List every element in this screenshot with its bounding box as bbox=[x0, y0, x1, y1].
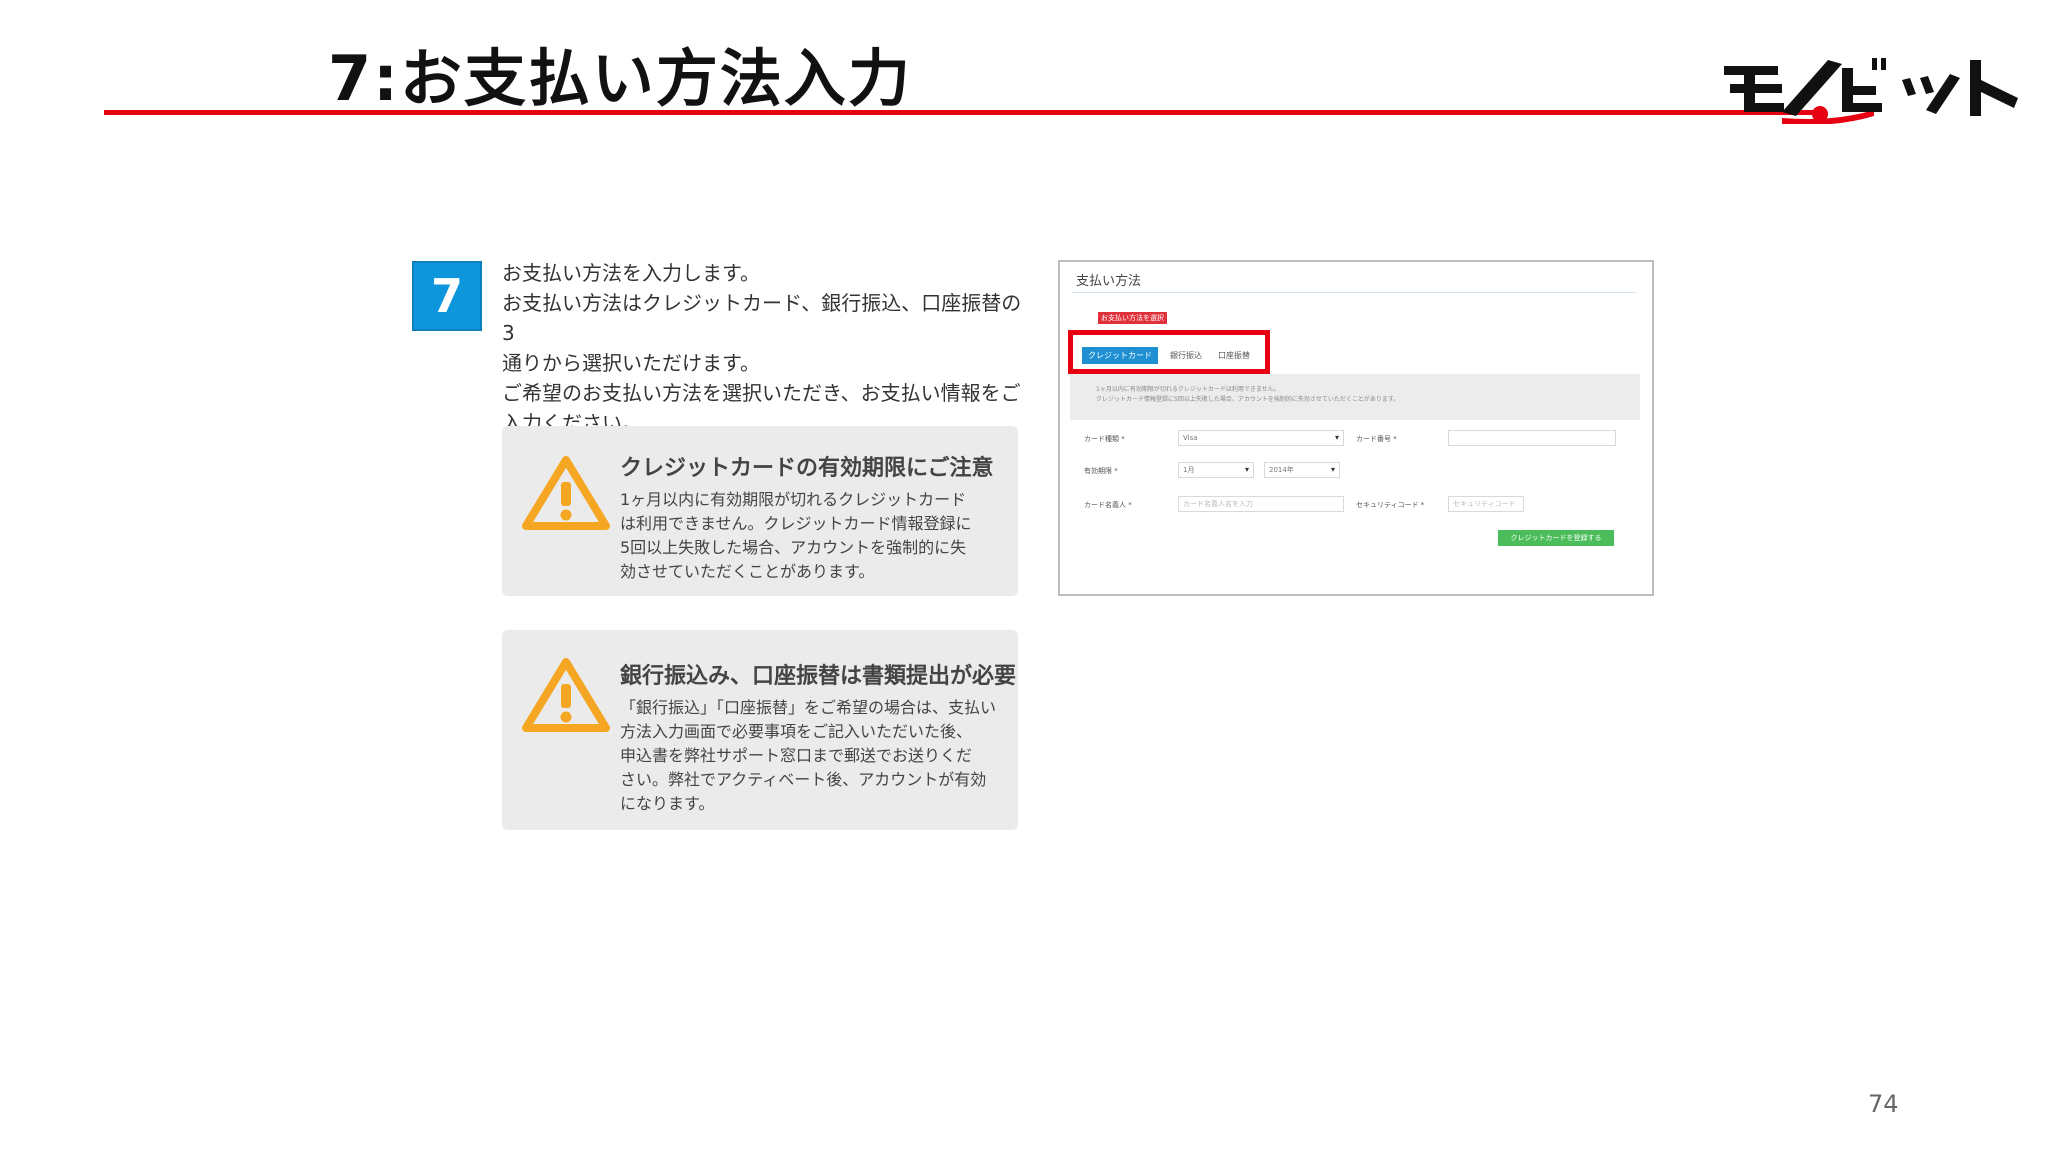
notice-body: 1ヶ月以内に有効期限が切れるクレジットカード は利用できません。クレジットカード… bbox=[620, 488, 1000, 584]
card-number-label: カード番号 * bbox=[1356, 435, 1397, 443]
notice-line: さい。弊社でアクティベート後、アカウントが有効 bbox=[620, 770, 987, 789]
required-badge: お支払い方法を選択 bbox=[1098, 312, 1167, 324]
info-line: クレジットカード情報登録に5回以上失敗した場合、アカウントを強制的に失効させてい… bbox=[1096, 396, 1400, 403]
card-number-input[interactable] bbox=[1448, 430, 1616, 446]
info-line: 1ヶ月以内に有効期限が切れるクレジットカードは利用できません。 bbox=[1096, 386, 1280, 393]
step-line: お支払い方法はクレジットカード、銀行振込、口座振替の3 bbox=[502, 291, 1022, 345]
step-line: ご希望のお支払い方法を選択いただき、お支払い情報をご bbox=[502, 381, 1021, 405]
form-title: 支払い方法 bbox=[1076, 274, 1142, 289]
monobit-logo bbox=[1724, 58, 2018, 124]
holder-label: カード名義人 * bbox=[1084, 501, 1132, 509]
notice-line: は利用できません。クレジットカード情報登録に bbox=[620, 514, 972, 533]
notice-title: クレジットカードの有効期限にご注意 bbox=[620, 456, 994, 481]
security-code-label: セキュリティコード * bbox=[1356, 501, 1425, 509]
notice-line: 1ヶ月以内に有効期限が切れるクレジットカード bbox=[620, 490, 967, 509]
slide-title: 7:お支払い方法入力 bbox=[328, 42, 912, 115]
form-title-divider bbox=[1072, 292, 1636, 293]
bank-transfer-notice: 銀行振込み、口座振替は書類提出が必要 「銀行振込」「口座振替」をご希望の場合は、… bbox=[502, 630, 1018, 830]
notice-line: 5回以上失敗した場合、アカウントを強制的に失 bbox=[620, 538, 967, 557]
expiry-label: 有効期限 * bbox=[1084, 467, 1118, 475]
notice-line: 申込書を弊社サポート窓口まで郵送でお送りくだ bbox=[620, 746, 973, 765]
payment-form-screenshot: 支払い方法 お支払い方法を選択 クレジットカード 銀行振込 口座振替 1ヶ月以内… bbox=[1058, 260, 1654, 596]
title-underline bbox=[104, 110, 1824, 115]
step-line: お支払い方法を入力します。 bbox=[502, 261, 760, 285]
register-card-button[interactable]: クレジットカードを登録する bbox=[1498, 530, 1614, 546]
notice-line: 「銀行振込」「口座振替」をご希望の場合は、支払い bbox=[620, 698, 997, 717]
step-description: お支払い方法を入力します。 お支払い方法はクレジットカード、銀行振込、口座振替の… bbox=[502, 258, 1022, 438]
credit-card-expiry-notice: クレジットカードの有効期限にご注意 1ヶ月以内に有効期限が切れるクレジットカード… bbox=[502, 426, 1018, 596]
warning-icon bbox=[522, 456, 610, 530]
page-number: 74 bbox=[1868, 1090, 1899, 1118]
step-number-badge: 7 bbox=[412, 261, 482, 331]
tabs-highlight-box bbox=[1068, 330, 1270, 374]
security-code-input[interactable]: セキュリティコード bbox=[1448, 496, 1524, 512]
expiry-year-select[interactable]: 2014年 bbox=[1264, 462, 1340, 478]
holder-input[interactable]: カード名義人名を入力 bbox=[1178, 496, 1344, 512]
notice-line: になります。 bbox=[620, 794, 715, 813]
card-type-select[interactable]: Visa bbox=[1178, 430, 1344, 446]
notice-line: 効させていただくことがあります。 bbox=[620, 562, 875, 581]
step-line: 通りから選択いただけます。 bbox=[502, 351, 760, 375]
notice-line: 方法入力画面で必要事項をご記入いただいた後、 bbox=[620, 722, 973, 741]
notice-body: 「銀行振込」「口座振替」をご希望の場合は、支払い 方法入力画面で必要事項をご記入… bbox=[620, 696, 1000, 816]
expiry-month-select[interactable]: 1月 bbox=[1178, 462, 1254, 478]
card-type-label: カード種類 * bbox=[1084, 435, 1125, 443]
warning-icon bbox=[522, 658, 610, 732]
form-info-box: 1ヶ月以内に有効期限が切れるクレジットカードは利用できません。 クレジットカード… bbox=[1070, 374, 1640, 420]
notice-title: 銀行振込み、口座振替は書類提出が必要 bbox=[620, 664, 1017, 689]
